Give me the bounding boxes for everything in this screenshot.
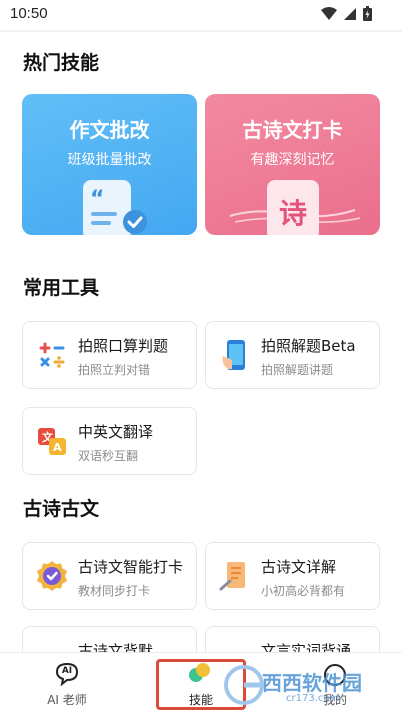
status-icons [321, 6, 372, 21]
feature-card-subtitle: 有趣深刻记忆 [250, 152, 335, 168]
signal-icon [344, 7, 356, 20]
translate-icon: 文 A [38, 428, 66, 455]
math-symbols-icon [39, 342, 65, 368]
section-title-common-tools: 常用工具 [23, 277, 100, 299]
status-time: 10:50 [10, 5, 48, 22]
book-icon [35, 643, 69, 652]
svg-text:“: “ [90, 187, 104, 212]
tool-title: 中英文翻译 [78, 423, 154, 441]
tool-card-classical-words[interactable]: 文言实词背诵 [205, 626, 380, 652]
tool-title: 古诗文详解 [261, 558, 337, 576]
badge-icon [37, 561, 67, 591]
ai-teacher-badge-text: AI [61, 666, 73, 676]
skills-scroll-area[interactable]: 热门技能 作文批改 班级批量批改 “ 古诗文打卡 有趣深刻记忆 诗 常用工具 拍… [0, 32, 402, 652]
tool-title: 拍照解题Beta [261, 337, 356, 355]
feature-card-poetry-checkin[interactable]: 古诗文打卡 有趣深刻记忆 诗 [205, 94, 380, 235]
tool-card-translate[interactable]: 文 A 中英文翻译 双语秒互翻 [22, 407, 197, 475]
watermark-text: 西西软件园 [262, 671, 362, 695]
tool-title: 古诗文背默 [78, 642, 154, 652]
tool-card-photo-math-check[interactable]: 拍照口算判题 拍照立判对错 [22, 321, 197, 389]
tool-card-poetry-explain[interactable]: 古诗文详解 小初高必背都有 [205, 542, 380, 610]
section-title-hot-skills: 热门技能 [23, 52, 100, 74]
tool-card-poetry-recite[interactable]: 古诗文背默 [22, 626, 197, 652]
status-bar: 10:50 [0, 0, 402, 30]
nav-label: AI 老师 [47, 693, 87, 707]
tool-card-photo-solve[interactable]: 拍照解题Beta 拍照解题讲题 [205, 321, 380, 389]
tool-title: 文言实词背诵 [261, 642, 352, 652]
scroll-icon [219, 562, 245, 591]
tool-subtitle: 双语秒互翻 [78, 449, 139, 463]
feature-card-title: 作文批改 [69, 118, 150, 142]
battery-icon [363, 6, 372, 21]
poetry-badge-char: 诗 [278, 197, 307, 230]
tool-subtitle: 小初高必背都有 [261, 584, 346, 598]
tool-card-poetry-smart-checkin[interactable]: 古诗文智能打卡 教材同步打卡 [22, 542, 197, 610]
document-check-icon: “ [83, 180, 147, 235]
feature-card-essay-correction[interactable]: 作文批改 班级批量批改 “ [22, 94, 197, 235]
tool-subtitle: 拍照立判对错 [78, 363, 151, 377]
tool-subtitle: 教材同步打卡 [78, 584, 151, 598]
feature-card-title: 古诗文打卡 [242, 118, 343, 142]
nav-tab-ai-teacher[interactable]: AI AI 老师 [0, 653, 134, 715]
wifi-icon [321, 6, 337, 20]
tool-title: 古诗文智能打卡 [78, 558, 184, 576]
watermark-logo-icon [224, 665, 264, 705]
watermark: 西西软件园 cr173.com [222, 660, 382, 710]
svg-text:A: A [53, 441, 62, 454]
tool-subtitle: 拍照解题讲题 [261, 363, 334, 377]
watermark-url: cr173.com [286, 693, 340, 704]
tool-title: 拍照口算判题 [78, 337, 169, 355]
section-title-ancient-poetry: 古诗古文 [23, 498, 100, 520]
phone-camera-icon [222, 340, 245, 370]
feature-card-subtitle: 班级批量批改 [67, 152, 152, 168]
notebook-icon [218, 643, 252, 652]
